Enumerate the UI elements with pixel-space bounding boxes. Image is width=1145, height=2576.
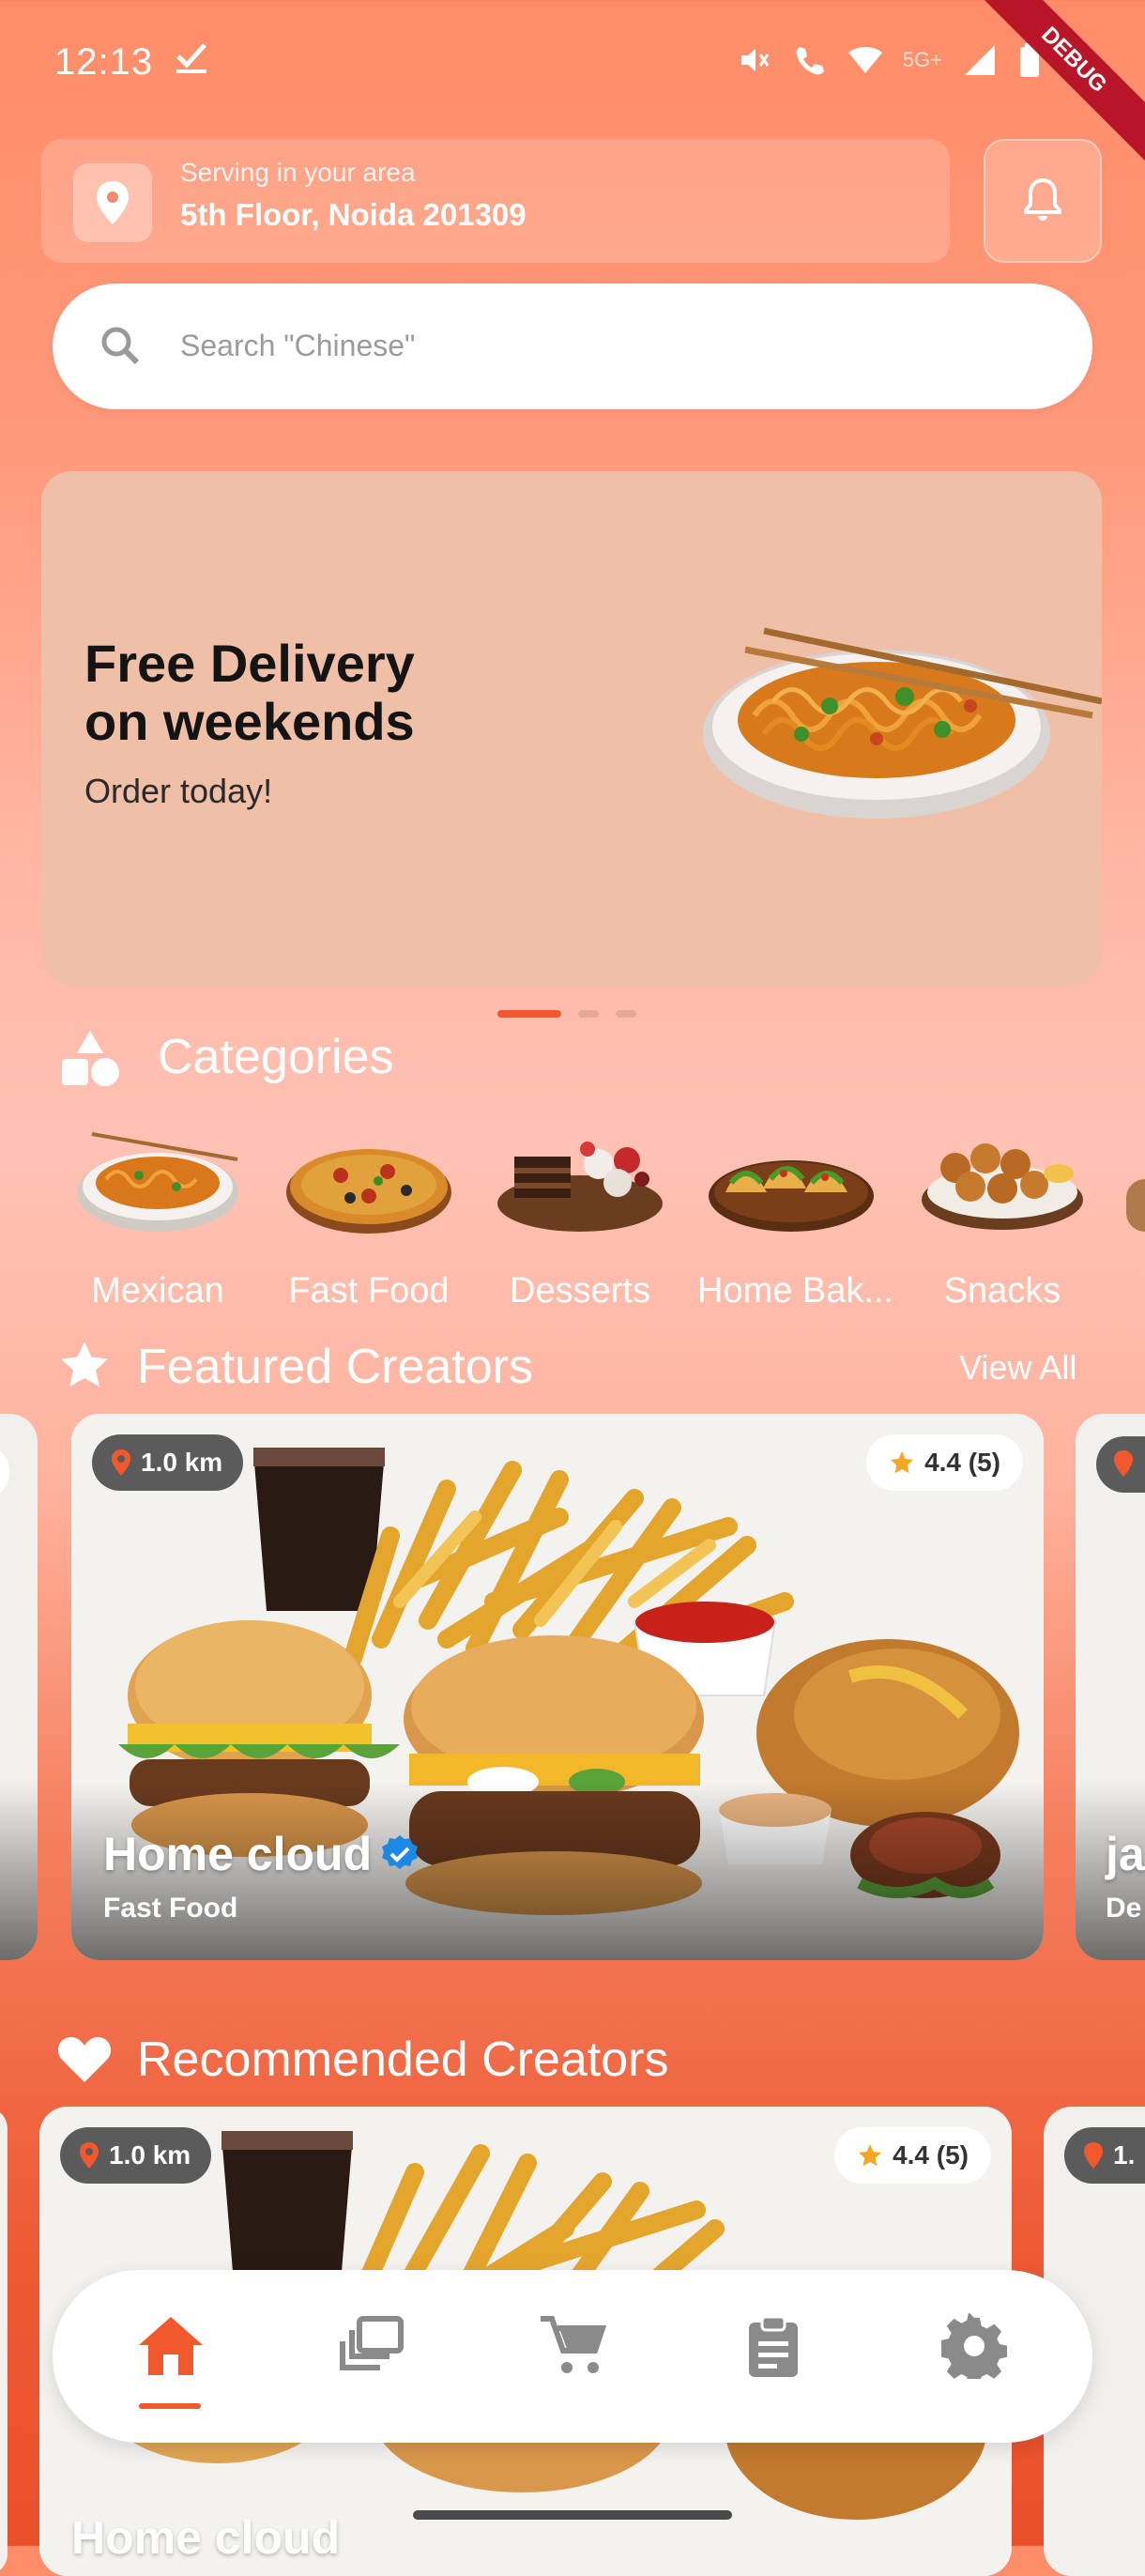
creator-name: Home cloud	[103, 1828, 373, 1880]
nav-collections[interactable]	[325, 2313, 419, 2407]
mute-icon	[740, 49, 770, 71]
signal-icon	[965, 45, 995, 75]
creator-card-partial[interactable]	[0, 2107, 8, 2576]
home-indicator	[413, 2510, 732, 2520]
category-label: Home Bak...	[697, 1271, 894, 1311]
creator-category-partial: De	[1106, 1893, 1142, 1924]
star-icon	[58, 1339, 111, 1391]
location-pin-icon	[112, 1449, 130, 1476]
categories-icon	[58, 1029, 122, 1089]
star-icon	[891, 1451, 914, 1474]
home-icon	[139, 2317, 203, 2375]
gear-icon	[941, 2313, 1007, 2379]
bell-icon	[1024, 177, 1061, 221]
creator-card[interactable]: 1.0 km 4.4 (5) Home cloud Fast Food	[71, 1414, 1044, 1960]
category-item[interactable]: Mexican	[64, 1117, 252, 1324]
collections-icon	[340, 2316, 404, 2370]
tacos-image	[709, 1160, 874, 1232]
noodles-bowl-image	[703, 627, 1102, 819]
star-icon	[859, 2144, 882, 2167]
featured-creators-title: Featured Creators	[137, 1340, 533, 1394]
location-caption: Serving in your area	[180, 158, 416, 187]
categories-title: Categories	[158, 1030, 394, 1084]
location-pin-icon	[80, 2142, 99, 2169]
creator-category: Fast Food	[103, 1893, 238, 1924]
creator-card-partial[interactable]	[0, 1414, 38, 1960]
notifications-button[interactable]	[984, 139, 1102, 263]
network-label: 5G+	[902, 48, 942, 71]
creator-name-partial: ja	[1106, 1828, 1145, 1880]
pagination-dot	[616, 1010, 636, 1018]
location-selector[interactable]: Serving in your area 5th Floor, Noida 20…	[41, 139, 950, 263]
creator-name: Home cloud	[71, 2511, 341, 2564]
nav-cart[interactable]	[526, 2313, 619, 2407]
noodles-plate-image	[77, 1132, 238, 1232]
search-bar[interactable]: Search "Chinese"	[53, 284, 1092, 409]
distance-badge: 1.	[1064, 2127, 1145, 2184]
promo-banner[interactable]: Free Delivery on weekends Order today!	[41, 471, 1102, 986]
distance-badge: 1.0 km	[60, 2127, 212, 2184]
card-title-row: Home cloud	[103, 1827, 420, 1881]
category-item[interactable]: Desserts	[486, 1117, 674, 1324]
search-input[interactable]: Search "Chinese"	[180, 329, 415, 363]
status-icons: 5G+	[734, 41, 1042, 79]
category-label: Mexican	[91, 1271, 224, 1311]
banner-title: Free Delivery on weekends	[84, 634, 415, 751]
bottom-navigation	[53, 2270, 1092, 2443]
location-pin-icon	[73, 163, 152, 242]
nav-orders[interactable]	[726, 2313, 820, 2407]
category-item[interactable]: Snacks	[908, 1117, 1096, 1324]
heart-icon	[56, 2033, 113, 2086]
rating-badge: 4.4 (5)	[834, 2127, 991, 2184]
recommended-creators-title: Recommended Creators	[137, 2032, 669, 2087]
distance-badge: 1.0 km	[92, 1434, 244, 1491]
location-address: 5th Floor, Noida 201309	[180, 197, 527, 232]
banner-subtitle: Order today!	[84, 772, 273, 810]
nav-home[interactable]	[124, 2313, 218, 2407]
pizza-image	[286, 1149, 451, 1234]
category-item-partial[interactable]	[1126, 1179, 1145, 1232]
nav-active-indicator	[139, 2403, 201, 2409]
cart-icon	[541, 2316, 606, 2373]
pagination-dot	[578, 1010, 599, 1018]
category-item[interactable]: Fast Food	[275, 1117, 463, 1324]
status-time: 12:13	[54, 41, 154, 83]
category-label: Fast Food	[288, 1271, 450, 1311]
verified-badge-icon	[382, 1835, 419, 1869]
view-all-link[interactable]: View All	[959, 1348, 1076, 1388]
category-label: Snacks	[943, 1271, 1061, 1311]
category-item[interactable]: Home Bak...	[697, 1117, 894, 1324]
banner-pagination	[497, 1010, 636, 1018]
dessert-platter-image	[497, 1142, 663, 1232]
wifi-icon	[847, 47, 882, 73]
creator-card-partial[interactable]: ja De	[1076, 1414, 1145, 1960]
search-icon	[98, 323, 143, 373]
rating-badge: 4.4 (5)	[866, 1434, 1023, 1491]
fried-snacks-image	[922, 1143, 1083, 1230]
category-label: Desserts	[510, 1271, 650, 1311]
clipboard-icon	[749, 2315, 798, 2377]
location-pin-icon	[1084, 2142, 1103, 2169]
call-icon	[796, 47, 824, 75]
checkmark-icon	[175, 38, 208, 80]
nav-settings[interactable]	[927, 2313, 1021, 2407]
pagination-dot-active	[497, 1010, 561, 1018]
